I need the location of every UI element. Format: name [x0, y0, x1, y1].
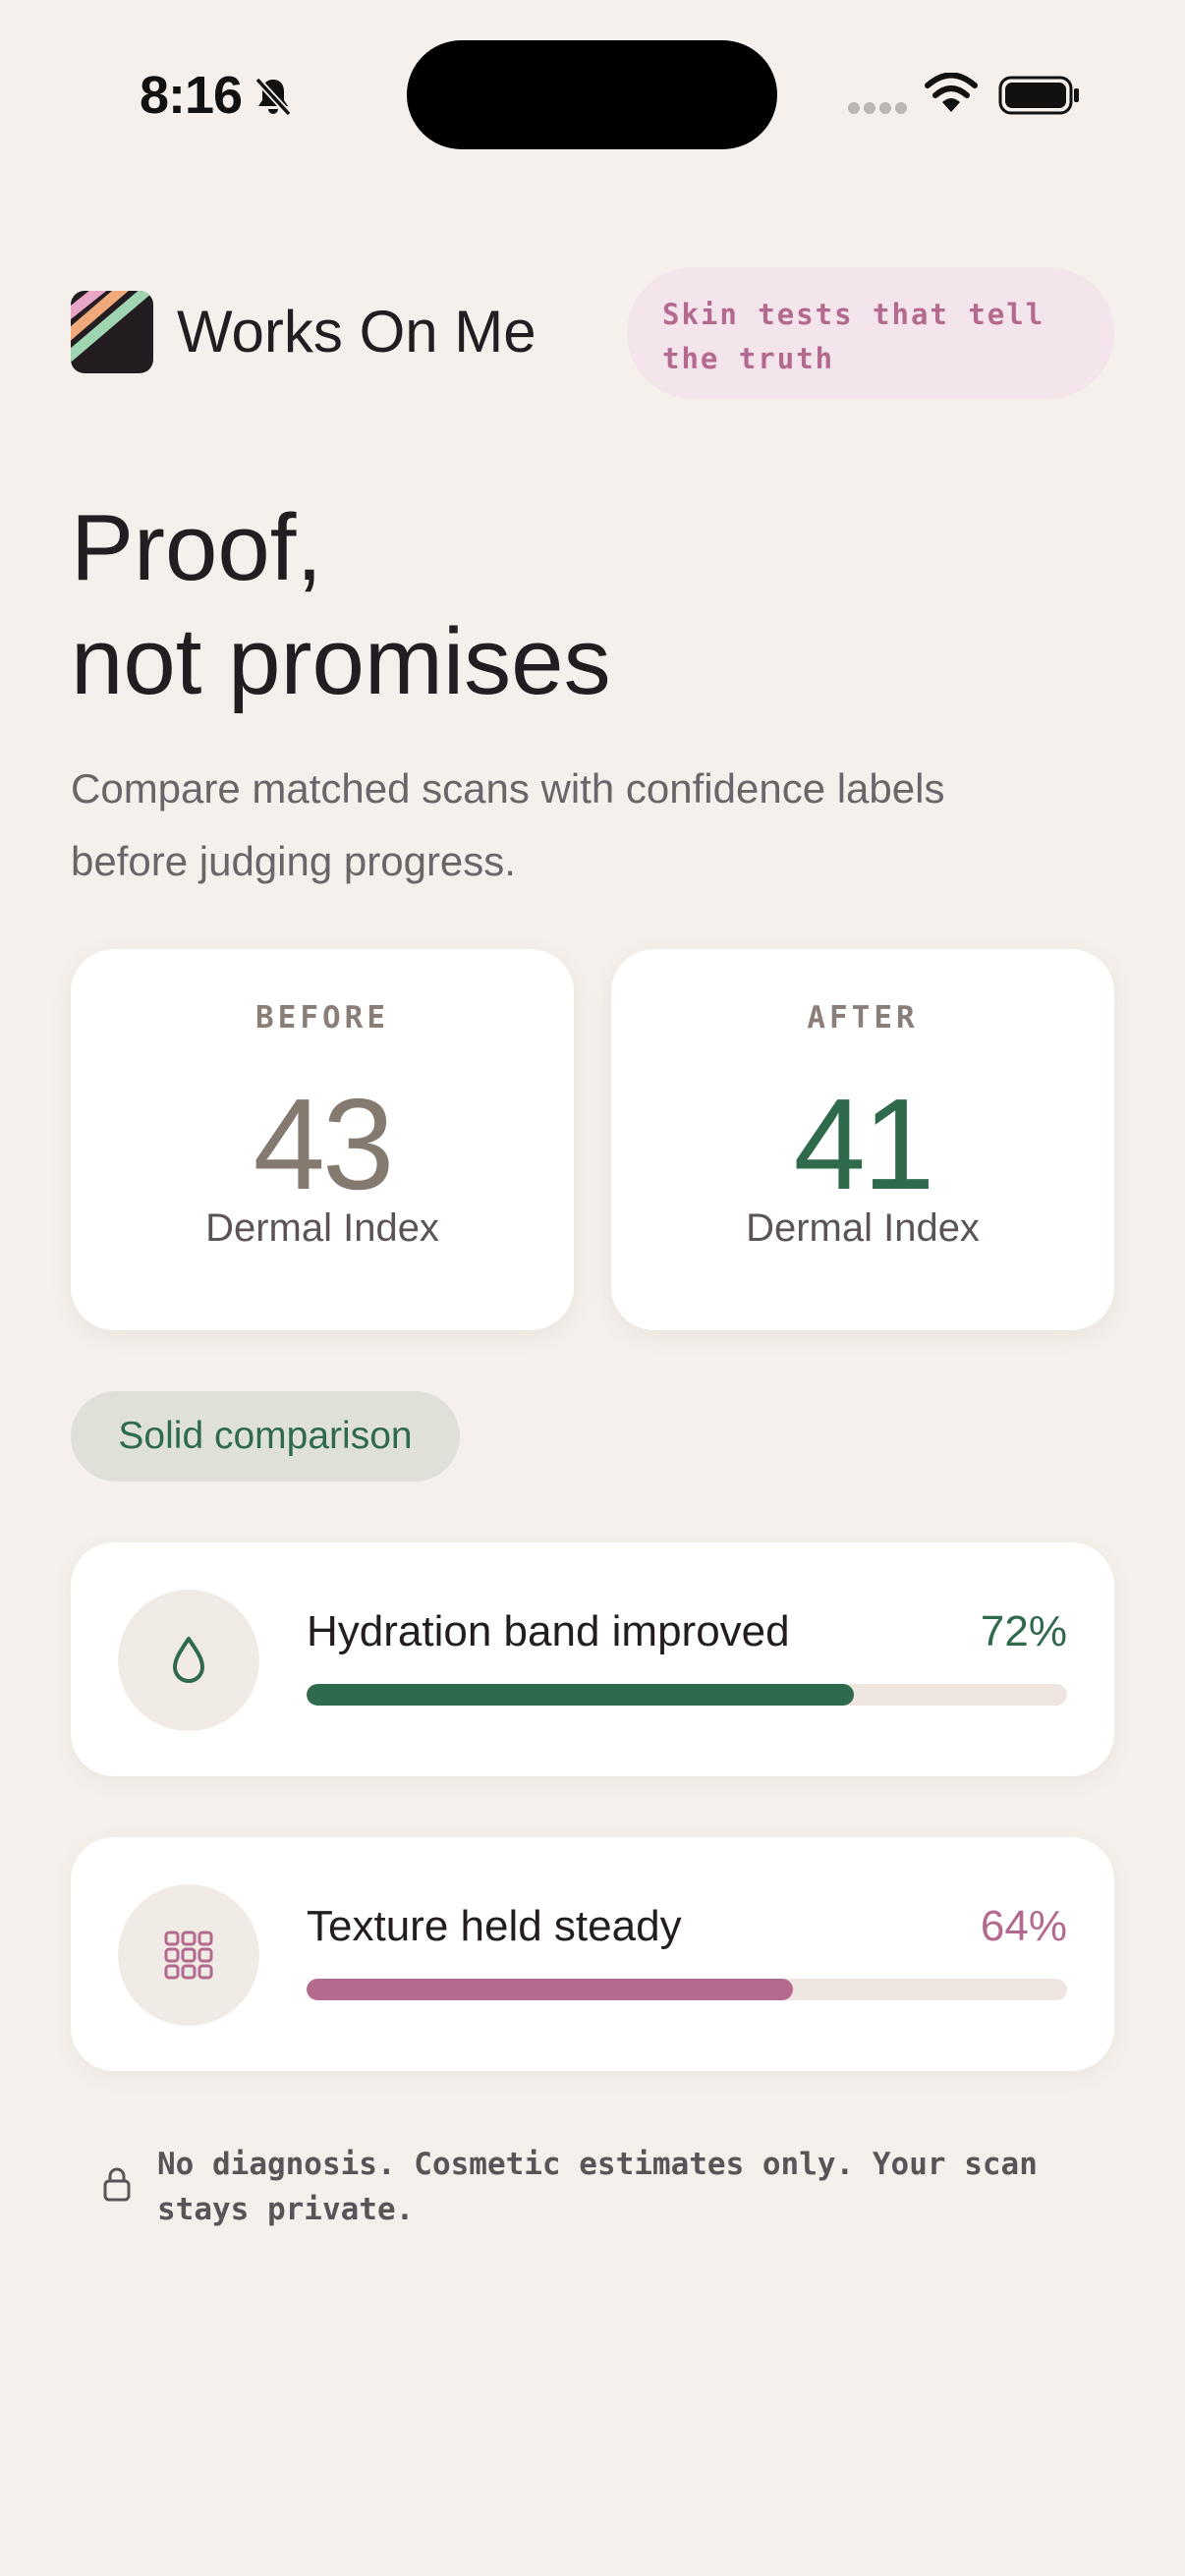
cellular-signal-icon	[848, 102, 907, 114]
title-line-1: Proof,	[71, 495, 323, 600]
after-score-card: AFTER 41 Dermal Index	[611, 949, 1114, 1330]
bell-muted-icon	[254, 77, 292, 117]
confidence-badge: Solid comparison	[71, 1391, 460, 1482]
privacy-note: No diagnosis. Cosmetic estimates only. Y…	[157, 2147, 1038, 2227]
metric-label: Texture held steady	[307, 1902, 682, 1950]
metric-card-texture: Texture held steady 64%	[71, 1837, 1114, 2071]
status-time: 8:16	[140, 66, 243, 125]
metric-card-hydration: Hydration band improved 72%	[71, 1542, 1114, 1776]
before-value: 43	[253, 1072, 395, 1216]
progress-track	[307, 1979, 1067, 2000]
dynamic-island	[407, 40, 777, 149]
tagline-badge: Skin tests that tell the truth	[627, 267, 1114, 399]
app-logo	[71, 291, 153, 373]
metric-label: Hydration band improved	[307, 1607, 790, 1655]
metric-icon-circle	[118, 1884, 259, 2026]
progress-fill	[307, 1684, 855, 1706]
before-score-card: BEFORE 43 Dermal Index	[71, 949, 574, 1330]
metric-icon-circle	[118, 1590, 259, 1731]
before-label: BEFORE	[255, 1000, 389, 1036]
after-unit: Dermal Index	[746, 1206, 980, 1250]
battery-icon	[998, 76, 1079, 115]
lock-icon	[103, 2167, 131, 2202]
brand-name: Works On Me	[177, 299, 536, 364]
after-value: 41	[793, 1072, 935, 1216]
grid-icon	[164, 1931, 213, 1980]
page-title: Proof, not promises	[71, 491, 611, 719]
progress-track	[307, 1684, 1067, 1706]
progress-fill	[307, 1979, 794, 2000]
droplet-icon	[173, 1637, 204, 1683]
before-unit: Dermal Index	[205, 1206, 439, 1250]
metric-percent: 64%	[980, 1902, 1067, 1950]
metric-percent: 72%	[980, 1607, 1067, 1655]
title-line-2: not promises	[71, 609, 611, 714]
page-subtitle: Compare matched scans with confidence la…	[71, 765, 945, 884]
after-label: AFTER	[807, 1000, 919, 1036]
wifi-icon	[925, 73, 978, 112]
